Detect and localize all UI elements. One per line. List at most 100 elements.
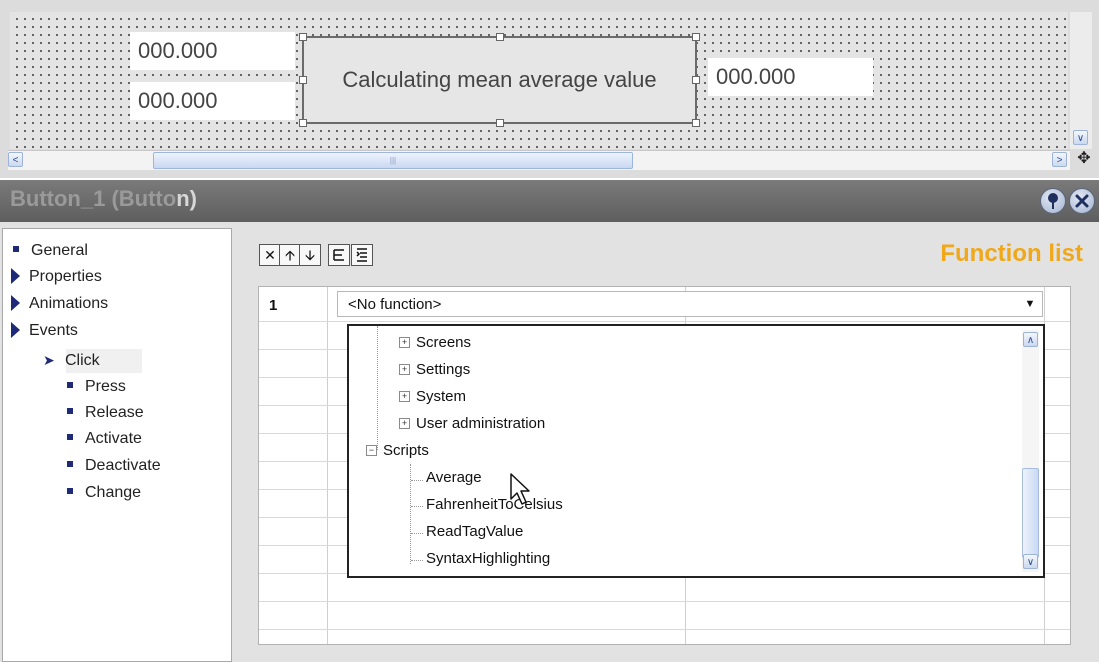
io-field-output[interactable]: 000.000	[708, 58, 873, 96]
expand-plus-icon[interactable]: +	[399, 417, 410, 429]
nav-item-label: Release	[85, 404, 144, 421]
tree-line	[411, 506, 423, 507]
expand-plus-icon[interactable]: +	[399, 390, 410, 402]
tree-group-scripts[interactable]: − Scripts	[366, 440, 429, 462]
tree-item-label: Screens	[416, 334, 472, 351]
nav-item-events[interactable]: Events	[11, 319, 78, 343]
dropdown-vertical-scrollbar[interactable]: ∧ ∨	[1022, 330, 1039, 572]
close-icon[interactable]	[1069, 188, 1095, 214]
io-field-input-2[interactable]: 000.000	[130, 82, 295, 120]
tree-group-user-administration[interactable]: + User administration	[399, 413, 545, 435]
function-select[interactable]: <No function> ▼	[337, 291, 1043, 317]
scroll-down-button[interactable]: ∨	[1023, 554, 1038, 569]
nav-item-event-click[interactable]: ➤ Click	[43, 349, 100, 373]
resize-handle-nw[interactable]	[299, 33, 307, 41]
bullet-icon	[67, 434, 73, 441]
pin-icon[interactable]	[1040, 188, 1066, 214]
row-number: 1	[269, 297, 278, 314]
nav-item-event-change[interactable]: Change	[67, 481, 141, 505]
bullet-icon	[67, 461, 73, 468]
tree-line	[411, 560, 423, 561]
nav-item-label: Deactivate	[85, 457, 161, 474]
current-event-arrow-icon: ➤	[43, 351, 55, 368]
nav-item-label: Change	[85, 484, 142, 501]
tree-group-system[interactable]: + System	[399, 386, 466, 408]
outdent-icon[interactable]	[328, 244, 350, 266]
arrow-down-icon[interactable]: 🡫	[299, 244, 321, 266]
nav-item-general[interactable]: General	[13, 239, 88, 263]
tree-item-label: ReadTagValue	[426, 523, 524, 540]
nav-item-event-release[interactable]: Release	[67, 401, 144, 425]
bullet-icon	[67, 488, 73, 495]
bullet-icon	[13, 246, 19, 253]
tree-line	[377, 326, 378, 450]
tree-item-label: SyntaxHighlighting	[426, 550, 551, 567]
inspector-title-end: n)	[176, 186, 197, 211]
resize-handle-s[interactable]	[496, 119, 504, 127]
resize-handle-w[interactable]	[299, 76, 307, 84]
scroll-up-button[interactable]: ∧	[1023, 332, 1038, 347]
expand-triangle-icon	[11, 294, 20, 311]
scroll-right-button[interactable]: >	[1052, 152, 1067, 167]
nav-item-label: Activate	[85, 430, 142, 447]
nav-item-animations[interactable]: Animations	[11, 292, 108, 316]
column-divider	[327, 287, 328, 644]
inspector-header: Button_1 (Button)	[0, 180, 1099, 222]
nav-item-event-deactivate[interactable]: Deactivate	[67, 454, 161, 478]
horizontal-scroll-thumb[interactable]: |||	[153, 152, 633, 169]
dropdown-arrow-icon[interactable]: ▼	[1020, 294, 1040, 314]
arrow-up-icon[interactable]: 🡩	[279, 244, 301, 266]
bullet-icon	[67, 408, 73, 415]
inspector-title: Button_1 (Button)	[10, 186, 197, 212]
function-select-value: <No function>	[348, 296, 442, 313]
expand-plus-icon[interactable]: +	[399, 363, 410, 375]
resize-handle-e[interactable]	[692, 76, 700, 84]
scroll-left-button[interactable]: <	[8, 152, 23, 167]
tree-line	[410, 464, 411, 564]
resize-handle-ne[interactable]	[692, 33, 700, 41]
tree-item-label: Average	[426, 469, 482, 486]
resize-handle-n[interactable]	[496, 33, 504, 41]
script-fahrenheit-to-celsius[interactable]: FahrenheitToCelsius	[426, 494, 563, 516]
nav-item-event-press[interactable]: Press	[67, 375, 126, 399]
inspector-title-main: Button_1 (Butto	[10, 186, 177, 211]
script-read-tag-value[interactable]: ReadTagValue	[426, 521, 523, 543]
function-dropdown-list[interactable]: + Screens + Settings + System + User adminis…	[347, 324, 1045, 578]
collapse-minus-icon[interactable]: −	[366, 444, 377, 456]
tree-item-label: Scripts	[383, 442, 429, 459]
resize-handle-sw[interactable]	[299, 119, 307, 127]
designer-vertical-scrollbar[interactable]: ∨	[1070, 12, 1092, 149]
move-icon[interactable]: ✥	[1075, 150, 1093, 168]
tree-item-label: System	[416, 388, 467, 405]
nav-item-label: Click	[65, 352, 100, 369]
scroll-down-button[interactable]: ∨	[1073, 130, 1088, 145]
dropdown-scroll-thumb[interactable]	[1022, 468, 1039, 558]
screen-designer: 000.000 000.000 000.000 Calculating mean…	[0, 0, 1099, 178]
designer-horizontal-scrollbar[interactable]: < ||| >	[8, 150, 1070, 170]
tree-group-settings[interactable]: + Settings	[399, 359, 470, 381]
nav-item-label: Properties	[29, 268, 102, 285]
script-syntax-highlighting[interactable]: SyntaxHighlighting	[426, 548, 550, 570]
selected-button-object[interactable]: Calculating mean average value	[302, 36, 697, 124]
script-average[interactable]: Average	[426, 467, 482, 489]
nav-item-label: General	[31, 242, 88, 259]
bullet-icon	[67, 382, 73, 389]
tree-line	[411, 533, 423, 534]
indent-icon[interactable]	[351, 244, 373, 266]
io-field-input-1[interactable]: 000.000	[130, 32, 295, 70]
row-divider	[259, 321, 1070, 322]
button-object-label: Calculating mean average value	[342, 67, 657, 92]
nav-item-event-activate[interactable]: Activate	[67, 427, 142, 451]
row-divider	[259, 629, 1070, 630]
tree-group-screens[interactable]: + Screens	[399, 332, 471, 354]
delete-icon[interactable]: ✕	[259, 244, 281, 266]
expand-plus-icon[interactable]: +	[399, 336, 410, 348]
tree-item-label: FahrenheitToCelsius	[426, 496, 563, 513]
row-divider	[259, 601, 1070, 602]
tree-line	[411, 480, 423, 481]
expand-triangle-icon	[11, 267, 20, 284]
resize-handle-se[interactable]	[692, 119, 700, 127]
nav-item-label: Animations	[29, 295, 109, 312]
nav-item-properties[interactable]: Properties	[11, 265, 102, 289]
nav-item-label: Press	[85, 378, 126, 395]
